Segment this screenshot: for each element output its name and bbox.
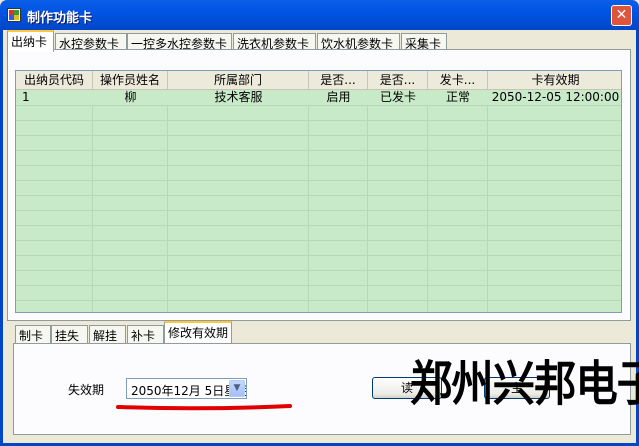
cell-card-status: 正常 [445,90,470,104]
expiry-label: 失效期 [68,383,105,397]
chevron-down-icon[interactable]: ▼ [229,380,245,397]
tab-modify-expiry[interactable]: 修改有效期 [164,321,232,343]
column-header-operator[interactable]: 操作员姓名 [93,71,168,89]
cell-issued: 已发卡 [379,90,416,104]
grid-header: 出纳员代码 操作员姓名 所属部门 是否... 是否... 发卡... 卡有效期 [16,71,621,90]
tab-reissue-card[interactable]: 补卡 [127,325,164,344]
column-header-enabled[interactable]: 是否... [309,71,368,89]
column-header-card-status[interactable]: 发卡... [428,71,488,89]
column-header-department[interactable]: 所属部门 [168,71,309,89]
app-icon [7,8,21,22]
tab-cashier-card[interactable]: 出纳卡 [7,30,54,52]
cell-expiry: 2050-12-05 12:00:00 [491,90,620,104]
watermark-text: 郑州兴邦电子 [410,356,639,412]
cell-operator: 柳 [124,90,137,104]
tab-make-card[interactable]: 制卡 [15,325,51,344]
tab-unlock-loss[interactable]: 解挂 [89,325,126,344]
tab-report-loss[interactable]: 挂失 [51,325,88,344]
cell-enabled: 启用 [326,90,351,104]
expiry-date-picker[interactable]: 2050年12月 5日星期 ▼ [126,378,247,399]
cashier-grid[interactable]: 出纳员代码 操作员姓名 所属部门 是否... 是否... 发卡... 卡有效期 … [15,70,622,313]
cell-department: 技术客服 [214,90,263,104]
cell-code: 1 [22,90,30,104]
column-header-code[interactable]: 出纳员代码 [16,71,93,89]
column-header-expiry[interactable]: 卡有效期 [488,71,621,89]
grid-lines [16,90,621,312]
window-title: 制作功能卡 [27,11,93,26]
column-header-issued[interactable]: 是否... [368,71,428,89]
grid-body: 1 柳 技术客服 启用 已发卡 正常 2050-12-05 12:00:00 [16,90,621,312]
red-underline-annotation [116,404,292,411]
close-button[interactable]: ✕ [611,5,632,26]
title-bar: 制作功能卡 ✕ [0,0,639,30]
table-row[interactable]: 1 柳 技术客服 启用 已发卡 正常 2050-12-05 12:00:00 [16,90,621,105]
